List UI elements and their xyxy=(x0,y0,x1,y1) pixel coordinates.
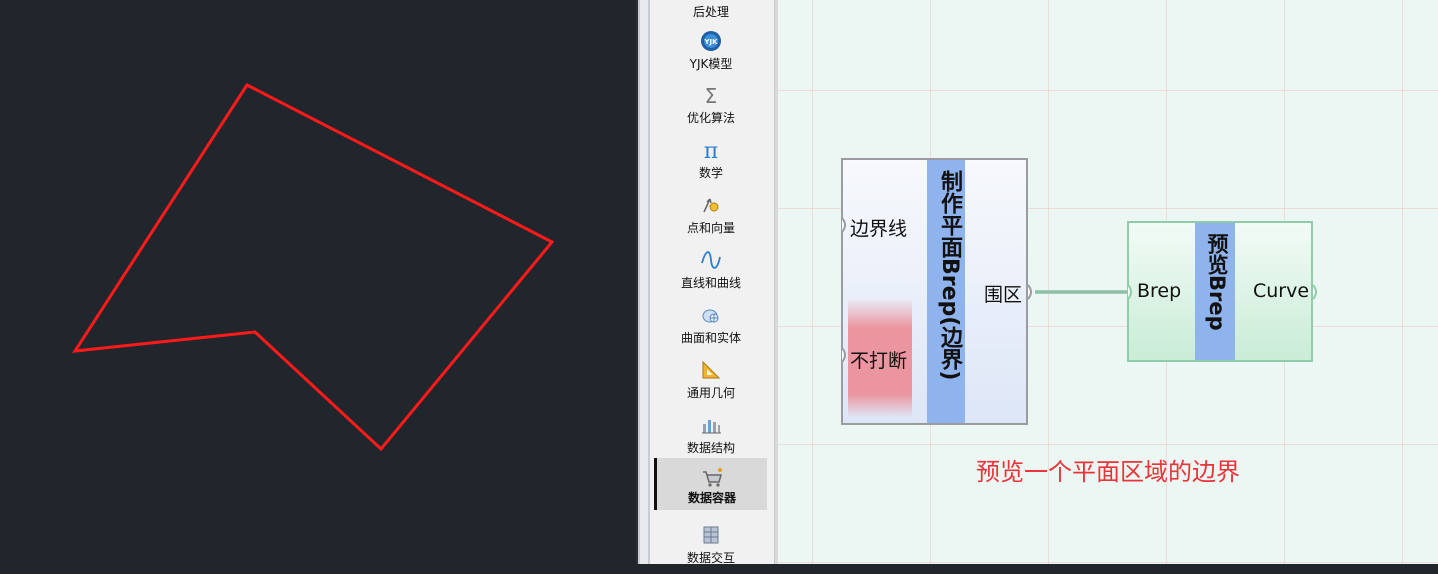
panel-splitter[interactable] xyxy=(636,0,650,564)
input-port-boundary-curve[interactable]: 边界线 xyxy=(850,214,907,241)
viewport-canvas xyxy=(72,83,555,452)
component-title: 制作平面Brep(边界) xyxy=(937,170,962,381)
sigma-icon: Σ xyxy=(655,84,767,106)
sidebar-item-general-geometry[interactable]: 通用几何 xyxy=(655,357,767,409)
sidebar-item-data-container[interactable]: 数据容器 xyxy=(654,458,767,510)
svg-text:π: π xyxy=(704,139,718,161)
red-polygon-boundary xyxy=(72,83,555,452)
component-title-bar: 预览Brep xyxy=(1195,223,1235,360)
sidebar-item-point-vector[interactable]: 点和向量 xyxy=(655,192,767,244)
pi-icon: π xyxy=(655,139,767,161)
sidebar-item-label: 通用几何 xyxy=(686,386,735,400)
sidebar-item-label: YJK模型 xyxy=(689,57,733,71)
sidebar-item-optimization[interactable]: Σ 优化算法 xyxy=(655,82,767,134)
data-structure-icon xyxy=(655,414,767,436)
sidebar-item-label: 数学 xyxy=(698,166,723,180)
component-category-sidebar: 后处理 YJK YJK模型 Σ 优化算法 π 数学 点和向量 直线和曲线 曲面和… xyxy=(650,0,775,565)
viewport-3d[interactable] xyxy=(0,0,636,564)
curve-icon xyxy=(655,249,767,271)
data-container-icon xyxy=(657,466,767,488)
sidebar-item-label: 点和向量 xyxy=(686,221,735,235)
component-title-bar: 制作平面Brep(边界) xyxy=(927,160,965,423)
sidebar-item-label: 曲面和实体 xyxy=(680,331,741,345)
point-vector-icon xyxy=(655,194,767,216)
sidebar-item-surfaces-solids[interactable]: 曲面和实体 xyxy=(655,302,767,354)
sidebar-item-label: 直线和曲线 xyxy=(680,276,741,290)
svg-text:Σ: Σ xyxy=(705,84,718,106)
component-title: 预览Brep xyxy=(1205,233,1229,331)
sidebar-item-data-structure[interactable]: 数据结构 xyxy=(655,412,767,464)
sidebar-item-label: 数据交互 xyxy=(686,551,735,565)
input-port-brep[interactable]: Brep xyxy=(1137,280,1181,302)
sidebar-item-yjk-model[interactable]: YJK YJK模型 xyxy=(655,28,767,80)
svg-text:YJK: YJK xyxy=(703,38,718,46)
sidebar-item-math[interactable]: π 数学 xyxy=(655,137,767,189)
sidebar-item-data-exchange[interactable]: 数据交互 xyxy=(655,522,767,574)
make-planar-brep-component[interactable]: 制作平面Brep(边界) 边界线 不打断 围区 xyxy=(841,158,1028,425)
sidebar-item-label: 数据结构 xyxy=(686,441,735,455)
sidebar-item-label: 数据容器 xyxy=(687,491,736,505)
canvas-annotation: 预览一个平面区域的边界 xyxy=(976,458,1240,486)
sidebar-item-post-processing[interactable]: 后处理 xyxy=(655,0,767,28)
triangle-ruler-icon xyxy=(655,359,767,381)
preview-brep-component[interactable]: 预览Brep Brep Curve xyxy=(1127,221,1313,362)
output-port-region[interactable]: 围区 xyxy=(984,280,1022,307)
data-exchange-icon xyxy=(655,524,767,546)
input-port-no-split[interactable]: 不打断 xyxy=(850,346,907,373)
yjk-model-icon: YJK xyxy=(655,30,767,52)
sidebar-item-label: 后处理 xyxy=(692,5,729,19)
sidebar-item-label: 优化算法 xyxy=(686,111,735,125)
output-port-curve[interactable]: Curve xyxy=(1253,280,1309,302)
sidebar-item-lines-curves[interactable]: 直线和曲线 xyxy=(655,247,767,299)
surface-icon xyxy=(655,304,767,326)
